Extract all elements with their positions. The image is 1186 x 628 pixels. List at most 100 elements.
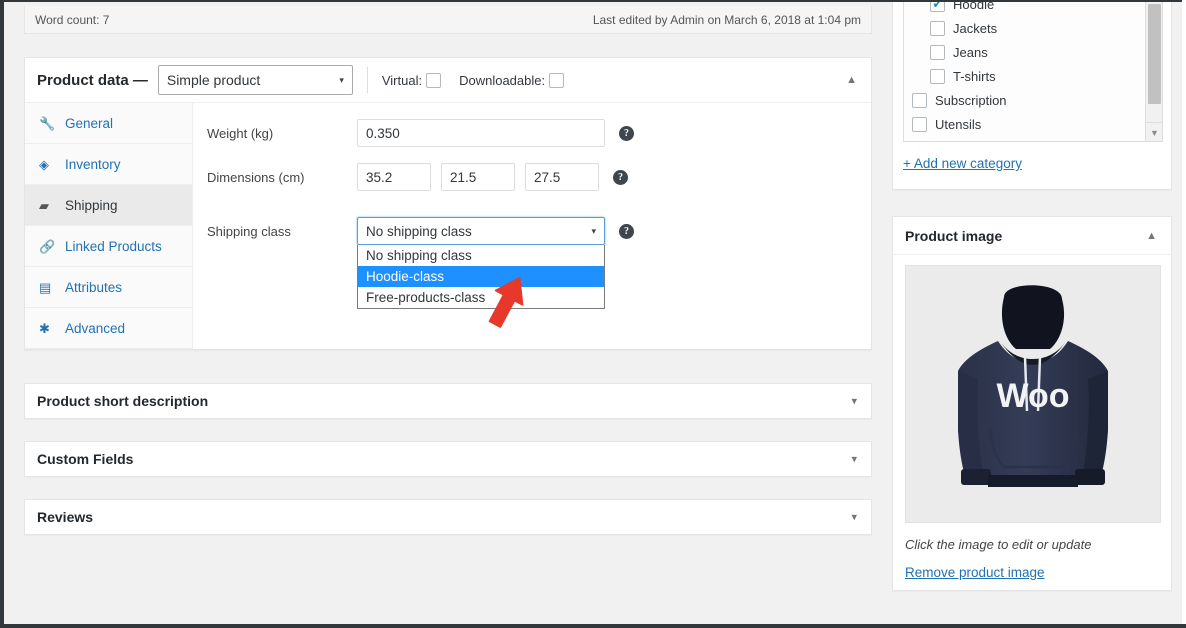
category-item-jackets-label: Jackets [953,20,998,36]
tab-linked-products-label: Linked Products [65,238,162,254]
weight-row: Weight (kg) 0.350 ? [207,119,871,147]
category-item-t-shirts-label: T-shirts [953,68,996,84]
product-type-select[interactable]: Simple product ▾ [157,65,353,95]
dimension-width-value: 21.5 [450,169,477,185]
editor-status-bar: Word count: 7 Last edited by Admin on Ma… [24,6,872,34]
wrench-icon: 🔧 [39,115,56,131]
shipping-class-value: No shipping class [366,223,472,239]
dimensions-row: Dimensions (cm) 35.2 21.5 27.5 ? [207,163,871,191]
product-data-tabs: 🔧 General ◈ Inventory ▰ Shipping 🔗 Linke… [25,103,193,349]
product-data-header: Product data — Simple product ▾ Virtual:… [25,58,871,103]
shipping-class-select[interactable]: No shipping class ▾ [357,217,605,245]
category-item-t-shirts[interactable]: T-shirts [904,64,1162,88]
weight-value: 0.350 [366,125,400,141]
weight-help-icon[interactable]: ? [619,125,634,141]
box-icon: ◈ [39,156,49,172]
tab-attributes[interactable]: ▤ Attributes [25,267,192,308]
dimensions-label: Dimensions (cm) [207,169,305,185]
dimension-length-input[interactable]: 35.2 [357,163,431,191]
product-image-title: Product image [905,227,1003,244]
dimensions-help-icon[interactable]: ? [613,169,628,185]
virtual-checkbox[interactable] [426,72,442,88]
shipping-class-dropdown: No shipping class Hoodie-class Free-prod… [357,245,605,309]
virtual-label: Virtual: [381,72,423,88]
checkbox-icon[interactable] [930,44,945,60]
category-item-jackets[interactable]: Jackets [904,16,1162,40]
chevron-down-icon[interactable]: ▾ [851,395,857,408]
checkbox-checked-icon[interactable] [930,2,945,12]
tab-shipping-label: Shipping [65,197,118,213]
checkbox-icon[interactable] [912,116,927,132]
shipping-class-row: Shipping class No shipping class ▾ No sh… [207,217,871,309]
panel-collapse-icon[interactable]: ▲ [1146,230,1157,242]
tab-attributes-label: Attributes [65,279,123,295]
tab-advanced-label: Advanced [65,320,126,336]
checkbox-icon[interactable] [930,20,945,36]
tab-advanced[interactable]: ✱ Advanced [25,308,192,349]
product-image-thumbnail[interactable]: Woo [905,265,1161,523]
chevron-down-icon[interactable]: ▾ [851,511,857,524]
dimension-width-input[interactable]: 21.5 [441,163,515,191]
panel-reviews-title: Reviews [37,509,94,525]
option-free-products-class[interactable]: Free-products-class [358,287,604,308]
chevron-down-icon[interactable]: ▾ [851,453,857,466]
gear-icon: ✱ [39,320,50,336]
category-scrollbar[interactable]: ▼ [1145,2,1162,141]
weight-input[interactable]: 0.350 [357,119,605,147]
downloadable-field: Downloadable: [459,72,565,88]
category-item-jeans[interactable]: Jeans [904,40,1162,64]
word-count-label: Word count: 7 [35,12,110,27]
panel-reviews[interactable]: Reviews ▾ [24,499,872,535]
window-right-edge [1182,0,1186,628]
category-checklist: Hoodie Jackets Jeans T-shirts Subscripti… [903,2,1163,142]
downloadable-label: Downloadable: [459,72,546,88]
tab-linked-products[interactable]: 🔗 Linked Products [25,226,192,267]
checkbox-icon[interactable] [930,68,945,84]
category-scrollbar-thumb[interactable] [1148,4,1161,104]
product-image-header: Product image ▲ [893,217,1171,255]
shipping-class-control: No shipping class ▾ No shipping class Ho… [357,217,605,309]
dimension-length-value: 35.2 [366,169,393,185]
remove-product-image-link[interactable]: Remove product image [905,565,1045,580]
last-edited-label: Last edited by Admin on March 6, 2018 at… [592,12,861,27]
panel-product-short-description[interactable]: Product short description ▾ [24,383,872,419]
tab-general[interactable]: 🔧 General [25,103,192,144]
checkbox-icon[interactable] [912,92,927,108]
tab-shipping[interactable]: ▰ Shipping [25,185,192,226]
category-item-utensils[interactable]: Utensils [904,112,1162,136]
panel-custom-fields-title: Custom Fields [37,451,134,467]
add-new-category-link[interactable]: + Add new category [903,156,1022,171]
category-item-utensils-label: Utensils [935,116,982,132]
window-bottom-edge [0,624,1186,628]
product-image-panel: Product image ▲ Woo Click the image to e… [892,216,1172,591]
virtual-field: Virtual: [381,72,442,88]
shipping-fields: Weight (kg) 0.350 ? Dimensions (cm) 35.2… [193,103,871,349]
downloadable-checkbox[interactable] [549,72,565,88]
shipping-class-help-icon[interactable]: ? [619,223,634,239]
woo-logo-text: Woo [996,377,1069,415]
panel-collapse-icon[interactable]: ▲ [846,74,857,86]
tab-inventory[interactable]: ◈ Inventory [25,144,192,185]
category-item-subscription[interactable]: Subscription [904,88,1162,112]
panel-product-short-description-title: Product short description [37,393,209,409]
product-type-value: Simple product [166,72,261,88]
option-no-shipping-class[interactable]: No shipping class [358,245,604,266]
scroll-down-icon[interactable]: ▼ [1146,122,1162,141]
tab-general-label: General [65,115,114,131]
category-item-hoodie-label: Hoodie [953,2,995,12]
hoodie-illustration: Woo [958,285,1108,487]
product-data-title: Product data — [37,71,148,89]
category-item-subscription-label: Subscription [935,92,1007,108]
chevron-down-icon: ▾ [339,74,344,85]
panel-custom-fields[interactable]: Custom Fields ▾ [24,441,872,477]
product-image-caption: Click the image to edit or update [905,537,1092,552]
admin-page: Word count: 7 Last edited by Admin on Ma… [4,2,1182,624]
category-item-hoodie[interactable]: Hoodie [904,2,1162,16]
product-data-panel: Product data — Simple product ▾ Virtual:… [24,57,872,350]
product-categories-panel: Hoodie Jackets Jeans T-shirts Subscripti… [892,2,1172,190]
weight-label: Weight (kg) [207,125,274,141]
option-hoodie-class[interactable]: Hoodie-class [358,266,604,287]
truck-icon: ▰ [39,197,49,213]
dimension-height-input[interactable]: 27.5 [525,163,599,191]
product-data-body: 🔧 General ◈ Inventory ▰ Shipping 🔗 Linke… [25,103,871,349]
